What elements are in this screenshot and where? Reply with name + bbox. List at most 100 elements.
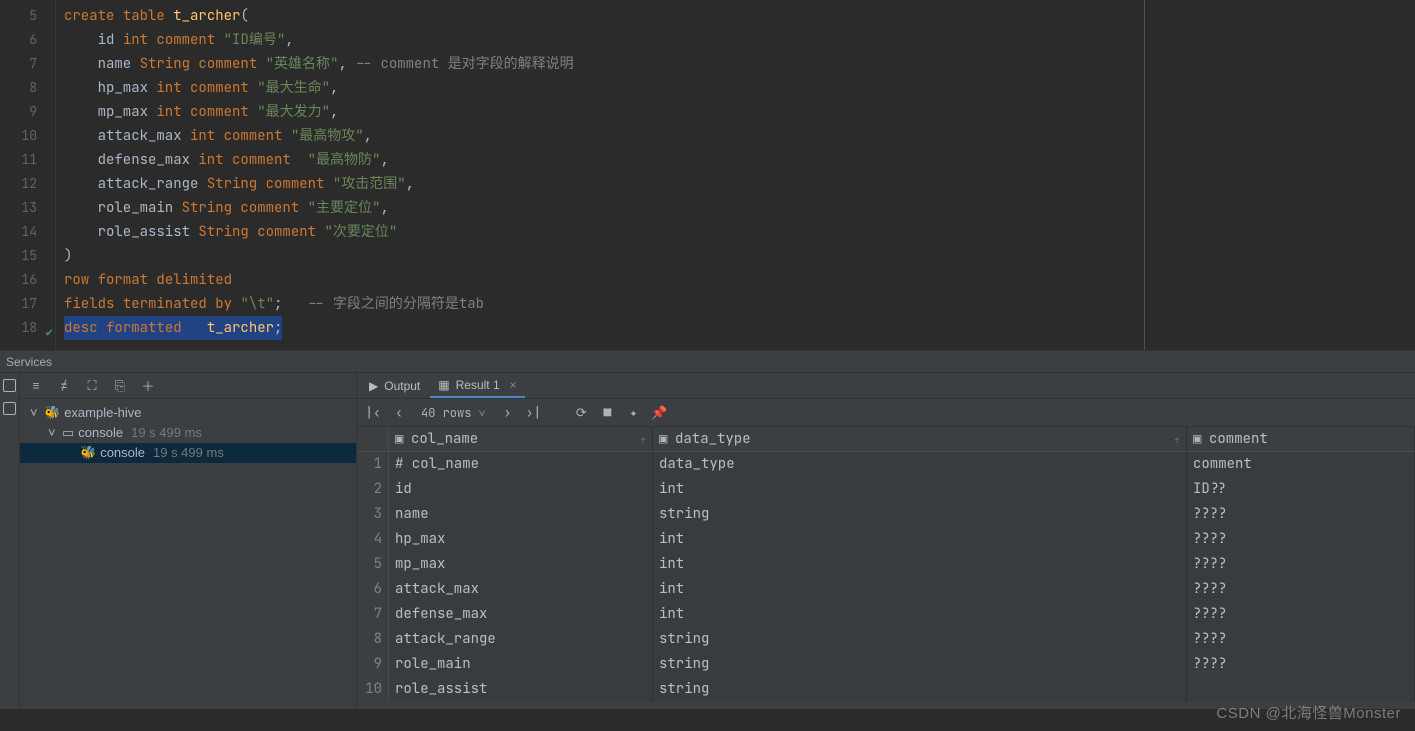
- code-line[interactable]: role_main String comment "主要定位",: [64, 196, 1144, 220]
- table-row[interactable]: 1# col_namedata_typecomment: [357, 452, 1415, 477]
- services-tree-pane: ≡ ≠ ⛶ ⎘ ＋ ˅🐝example-hive˅▭console19 s 499 ms…: [20, 373, 357, 709]
- cell[interactable]: ????: [1187, 627, 1415, 652]
- cell[interactable]: mp_max: [389, 552, 653, 577]
- cell[interactable]: string: [653, 652, 1187, 677]
- editor-right-margin: [1145, 0, 1415, 350]
- cell[interactable]: id: [389, 477, 653, 502]
- cell[interactable]: ????: [1187, 552, 1415, 577]
- result-action-2[interactable]: ✦: [625, 405, 641, 421]
- nav-first-prev-0[interactable]: |‹: [365, 405, 381, 421]
- code-line[interactable]: attack_max int comment "最高物攻",: [64, 124, 1144, 148]
- table-row[interactable]: 6attack_maxint????: [357, 577, 1415, 602]
- table-row[interactable]: 4hp_maxint????: [357, 527, 1415, 552]
- left-tool-icon-1[interactable]: [3, 379, 16, 392]
- tab-result-1[interactable]: ▦Result 1×: [430, 374, 524, 398]
- cell[interactable]: ????: [1187, 502, 1415, 527]
- code-line[interactable]: desc formatted t_archer;: [64, 316, 1144, 340]
- code-line[interactable]: id int comment "ID编号",: [64, 28, 1144, 52]
- row-number: 7: [357, 602, 389, 627]
- table-row[interactable]: 10role_assiststring: [357, 677, 1415, 702]
- tree-toolbar-button-1[interactable]: ≠: [56, 378, 72, 394]
- code-line[interactable]: role_assist String comment "次要定位": [64, 220, 1144, 244]
- close-icon[interactable]: ×: [510, 378, 517, 392]
- cell[interactable]: role_assist: [389, 677, 653, 702]
- code-line[interactable]: mp_max int comment "最大发力",: [64, 100, 1144, 124]
- cell[interactable]: hp_max: [389, 527, 653, 552]
- cell[interactable]: name: [389, 502, 653, 527]
- code-line[interactable]: create table t_archer(: [64, 4, 1144, 28]
- cell[interactable]: string: [653, 502, 1187, 527]
- tree-row[interactable]: ˅▭console19 s 499 ms: [20, 423, 356, 443]
- nav-first-prev-1[interactable]: ‹: [391, 405, 407, 421]
- cell[interactable]: ????: [1187, 527, 1415, 552]
- code-line[interactable]: ): [64, 244, 1144, 268]
- table-row[interactable]: 9role_mainstring????: [357, 652, 1415, 677]
- cell[interactable]: int: [653, 552, 1187, 577]
- services-tree[interactable]: ˅🐝example-hive˅▭console19 s 499 ms🐝conso…: [20, 399, 356, 467]
- tree-row[interactable]: ˅🐝example-hive: [20, 403, 356, 423]
- cell[interactable]: ????: [1187, 602, 1415, 627]
- table-row[interactable]: 2idintID??: [357, 477, 1415, 502]
- code-line[interactable]: name String comment "英雄名称", -- comment 是…: [64, 52, 1144, 76]
- services-panel: ≡ ≠ ⛶ ⎘ ＋ ˅🐝example-hive˅▭console19 s 499 ms…: [0, 373, 1415, 709]
- cell[interactable]: string: [653, 627, 1187, 652]
- code-editor[interactable]: 56789101112131415161718✔ create table t_…: [0, 0, 1415, 351]
- nav-next-last-0[interactable]: ›: [499, 405, 515, 421]
- table-row[interactable]: 8attack_rangestring????: [357, 627, 1415, 652]
- result-action-0[interactable]: ⟳: [573, 405, 589, 421]
- code-line[interactable]: attack_range String comment "攻击范围",: [64, 172, 1144, 196]
- tab-output[interactable]: ▶Output: [361, 374, 428, 398]
- tab-icon: ▦: [438, 378, 449, 392]
- code-line[interactable]: row format delimited: [64, 268, 1144, 292]
- row-number: 5: [357, 552, 389, 577]
- tree-row[interactable]: 🐝console19 s 499 ms: [20, 443, 356, 463]
- tree-toolbar-button-2[interactable]: ⛶: [84, 378, 100, 394]
- line-number: 13: [0, 196, 55, 220]
- cell[interactable]: int: [653, 527, 1187, 552]
- line-number: 6: [0, 28, 55, 52]
- result-tabs[interactable]: ▶Output▦Result 1×: [357, 373, 1415, 399]
- cell[interactable]: ????: [1187, 652, 1415, 677]
- line-number: 18✔: [0, 316, 55, 340]
- result-action-3[interactable]: 📌: [651, 405, 667, 421]
- result-grid[interactable]: ▣col_name÷▣data_type÷▣comment1# col_name…: [357, 427, 1415, 709]
- rows-count-dropdown[interactable]: 40 rows ˅: [421, 405, 485, 421]
- services-result-pane: ▶Output▦Result 1× |‹‹40 rows ˅››|⟳■✦📌 ▣c…: [357, 373, 1415, 709]
- tree-toolbar-button-0[interactable]: ≡: [28, 378, 44, 394]
- tree-toolbar-button-3[interactable]: ⎘: [112, 378, 128, 394]
- result-toolbar: |‹ ‹ 40 rows ˅ › ›| ⟳ ■ ✦ 📌: [357, 399, 1415, 427]
- line-number: 9: [0, 100, 55, 124]
- cell[interactable]: ID??: [1187, 477, 1415, 502]
- column-header-col_name[interactable]: ▣col_name÷: [389, 427, 653, 451]
- cell[interactable]: string: [653, 677, 1187, 702]
- cell[interactable]: data_type: [653, 452, 1187, 477]
- cell[interactable]: [1187, 677, 1415, 702]
- column-header-data_type[interactable]: ▣data_type÷: [653, 427, 1187, 451]
- cell[interactable]: ????: [1187, 577, 1415, 602]
- editor-code-area[interactable]: create table t_archer( id int comment "I…: [56, 0, 1145, 350]
- cell[interactable]: int: [653, 602, 1187, 627]
- cell[interactable]: int: [653, 577, 1187, 602]
- column-icon: ▣: [659, 427, 671, 437]
- code-line[interactable]: fields terminated by "\t"; -- 字段之间的分隔符是t…: [64, 292, 1144, 316]
- cell[interactable]: int: [653, 477, 1187, 502]
- hive-icon: 🐝: [80, 443, 96, 463]
- cell[interactable]: attack_max: [389, 577, 653, 602]
- column-header-comment[interactable]: ▣comment: [1187, 427, 1415, 451]
- cell[interactable]: # col_name: [389, 452, 653, 477]
- table-row[interactable]: 7defense_maxint????: [357, 602, 1415, 627]
- code-line[interactable]: defense_max int comment "最高物防",: [64, 148, 1144, 172]
- cell[interactable]: defense_max: [389, 602, 653, 627]
- line-number: 7: [0, 52, 55, 76]
- code-line[interactable]: hp_max int comment "最大生命",: [64, 76, 1144, 100]
- nav-next-last-1[interactable]: ›|: [525, 405, 541, 421]
- result-action-1[interactable]: ■: [599, 405, 615, 421]
- cell[interactable]: attack_range: [389, 627, 653, 652]
- cell[interactable]: role_main: [389, 652, 653, 677]
- row-number: 6: [357, 577, 389, 602]
- tree-toolbar-button-4[interactable]: ＋: [140, 378, 156, 394]
- table-row[interactable]: 5mp_maxint????: [357, 552, 1415, 577]
- left-tool-icon-2[interactable]: [3, 402, 16, 415]
- cell[interactable]: comment: [1187, 452, 1415, 477]
- table-row[interactable]: 3namestring????: [357, 502, 1415, 527]
